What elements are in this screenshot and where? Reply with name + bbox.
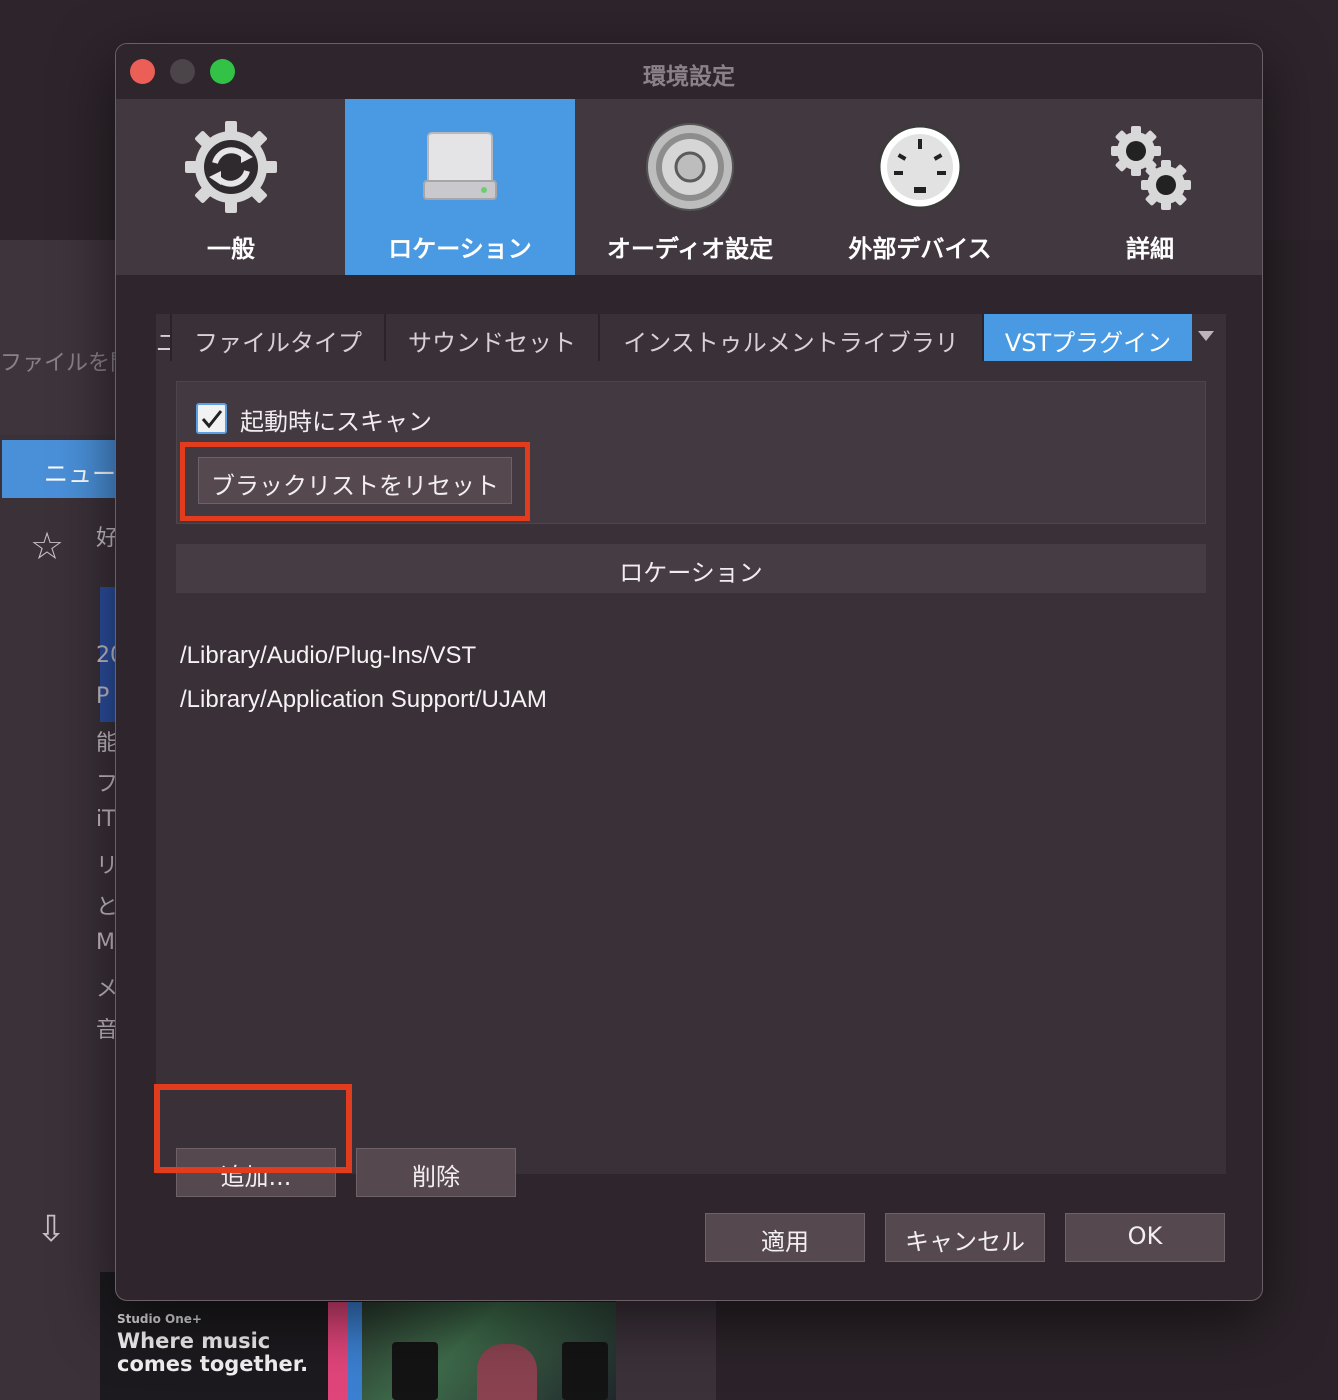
speaker-graphic xyxy=(392,1342,438,1400)
background-open-file-text[interactable]: ファイルを開 xyxy=(0,345,116,377)
tab-vst-plugins[interactable]: VSTプラグイン xyxy=(984,314,1192,361)
toolbar-external-devices[interactable]: 外部デバイス xyxy=(805,99,1035,275)
location-row[interactable]: /Library/Application Support/UJAM xyxy=(180,686,547,714)
tab-sound-sets[interactable]: サウンドセット xyxy=(386,314,598,361)
feed-line: iT xyxy=(96,807,116,832)
feed-line: M xyxy=(96,930,115,955)
feed-line: 20 xyxy=(96,643,116,668)
drive-icon xyxy=(414,121,506,213)
gear-refresh-icon xyxy=(185,121,277,213)
toolbar-audio-setup[interactable]: オーディオ設定 xyxy=(575,99,805,275)
toolbar-external-devices-label: 外部デバイス xyxy=(848,235,992,263)
cancel-button[interactable]: キャンセル xyxy=(885,1213,1045,1262)
apply-button[interactable]: 適用 xyxy=(705,1213,865,1262)
preferences-toolbar: 一般 ロケーション オーディオ設定 外部デバイス 詳細 xyxy=(116,99,1262,275)
ok-button[interactable]: OK xyxy=(1065,1213,1225,1262)
feed-line: 好 xyxy=(96,526,116,551)
feed-line: と xyxy=(96,895,116,920)
locations-subtabs: ユ ファイルタイプ サウンドセット インストゥルメントライブラリ VSTプラグイ… xyxy=(156,314,1226,361)
window-title: 環境設定 xyxy=(643,64,735,90)
promo-headline-line: comes together. xyxy=(117,1352,309,1376)
promo-stripe xyxy=(348,1302,362,1400)
feed-line: メ xyxy=(96,977,116,1002)
toolbar-audio-setup-label: オーディオ設定 xyxy=(606,235,774,263)
speaker-graphic xyxy=(562,1342,608,1400)
scan-on-startup-label[interactable]: 起動時にスキャン xyxy=(240,402,432,437)
feed-line: 音 xyxy=(96,1018,116,1043)
remove-location-button[interactable]: 削除 xyxy=(356,1148,516,1197)
vst-plugins-panel: 起動時にスキャン ブラックリストをリセット ロケーション /Library/Au… xyxy=(156,361,1226,1197)
toolbar-locations-label: ロケーション xyxy=(388,235,532,263)
locations-column-header[interactable]: ロケーション xyxy=(176,544,1206,593)
feed-line xyxy=(96,602,116,643)
download-arrow-icon[interactable]: ⇩ xyxy=(36,1212,66,1248)
toolbar-advanced[interactable]: 詳細 xyxy=(1035,99,1262,275)
feed-line: 能 xyxy=(96,731,116,756)
background-strip xyxy=(616,1300,716,1400)
person-graphic xyxy=(477,1344,537,1400)
toolbar-advanced-label: 詳細 xyxy=(1126,235,1174,263)
location-row[interactable]: /Library/Audio/Plug-Ins/VST xyxy=(180,642,476,670)
toolbar-general[interactable]: 一般 xyxy=(116,99,346,275)
toolbar-general-label: 一般 xyxy=(207,235,255,263)
star-icon[interactable]: ☆ xyxy=(30,527,64,565)
toolbar-locations[interactable]: ロケーション xyxy=(345,99,575,275)
background-news-tab[interactable]: ニュース xyxy=(2,440,116,498)
highlight-box-add xyxy=(154,1084,352,1173)
feed-line xyxy=(96,561,116,602)
promo-headline-line: Where music xyxy=(117,1329,271,1353)
preferences-dialog: 環境設定 一般 ロケーション オーディオ設定 外部デバイス 詳細 ファイルタイプ… xyxy=(115,43,1263,1301)
background-feed-text: 好 20 P 能 フ iT リ と M メ 音 xyxy=(96,520,116,1280)
highlight-box-reset xyxy=(180,442,530,521)
gears-icon xyxy=(1104,121,1196,213)
feed-line: P xyxy=(96,684,110,709)
checkmark-icon xyxy=(201,410,223,429)
titlebar: 環境設定 xyxy=(116,44,1262,99)
tab-file-types[interactable]: ファイルタイプ xyxy=(172,314,384,361)
tab-clipped[interactable]: ユ xyxy=(156,314,170,361)
background-sidebar-header xyxy=(0,240,116,435)
promo-stripe xyxy=(328,1302,348,1400)
promo-brand: Studio One+ xyxy=(117,1312,202,1326)
promo-headline: Where music comes together. xyxy=(117,1330,308,1376)
promo-photo xyxy=(362,1302,616,1400)
tabs-overflow-arrow-icon[interactable] xyxy=(1198,331,1214,341)
speaker-icon xyxy=(644,121,736,213)
tab-instrument-library[interactable]: インストゥルメントライブラリ xyxy=(600,314,982,361)
feed-line: フ xyxy=(96,772,116,797)
scan-options-group: 起動時にスキャン ブラックリストをリセット xyxy=(176,381,1206,524)
scan-on-startup-checkbox[interactable] xyxy=(196,403,227,434)
midi-port-icon xyxy=(874,121,966,213)
feed-line: リ xyxy=(96,854,116,879)
background-app-bottom xyxy=(716,1300,1338,1400)
